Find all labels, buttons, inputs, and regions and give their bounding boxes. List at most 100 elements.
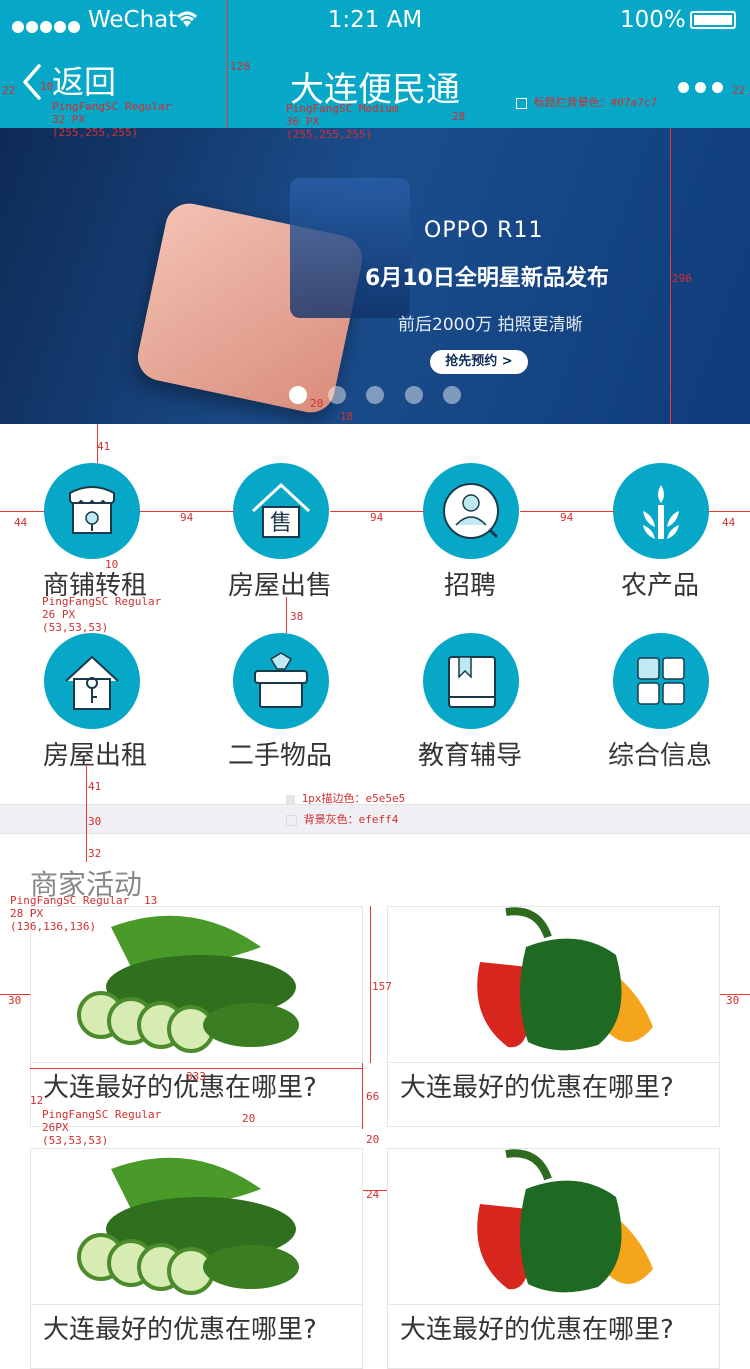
annotation-label: 32 — [88, 847, 102, 860]
banner-subline: 前后2000万 拍照更清晰 — [398, 315, 583, 335]
carousel-dot-5[interactable] — [443, 386, 461, 404]
annotation-label: 22 — [2, 84, 16, 97]
bottle-image — [290, 178, 410, 318]
annotation-note: 标题栏背景色：#07a7c7 — [516, 96, 657, 109]
redline — [0, 511, 44, 512]
shop-icon — [44, 463, 140, 559]
category-item-farm[interactable]: 农产品 — [565, 463, 750, 603]
status-bar: WeChat 1:21 AM 100% — [0, 0, 750, 40]
house-sale-icon: 售 — [233, 463, 329, 559]
annotation-note: 1px描边色：e5e5e5 — [286, 792, 405, 805]
annotation-label: 30 — [88, 815, 102, 828]
book-icon — [423, 633, 519, 729]
activity-card-2[interactable]: 大连最好的优惠在哪里? — [387, 906, 720, 1127]
card-divider — [388, 1062, 719, 1063]
card-title: 大连最好的优惠在哪里? — [43, 1073, 317, 1103]
annotation-label: 41 — [88, 780, 102, 793]
wheat-icon — [613, 463, 709, 559]
card-divider — [31, 1304, 362, 1305]
annotation-note: 背景灰色：efeff4 — [286, 813, 398, 826]
box-icon — [233, 633, 329, 729]
annotation-label: 94 — [370, 511, 384, 524]
annotation-label: 30 — [8, 994, 22, 1007]
annotation-label: 10 — [105, 558, 119, 571]
redline — [227, 0, 228, 128]
category-label-secondhand: 二手物品 — [227, 741, 332, 771]
annotation-spec: PingFangSC Regular 32 PX (255,255,255) — [52, 100, 172, 139]
redline — [30, 1068, 363, 1069]
annotation-label: 157 — [372, 980, 392, 993]
redline — [286, 597, 287, 633]
annotation-label: 44 — [14, 516, 28, 529]
carousel-dot-4[interactable] — [405, 386, 423, 404]
card-divider — [31, 1062, 362, 1063]
annotation-label: 10 — [40, 80, 54, 93]
card-divider — [388, 1304, 719, 1305]
card-title: 大连最好的优惠在哪里? — [400, 1315, 674, 1345]
person-icon — [423, 463, 519, 559]
annotation-label: 296 — [672, 272, 692, 285]
annotation-label: 94 — [180, 511, 194, 524]
annotation-label: 20 — [242, 1112, 256, 1125]
category-label-education: 教育辅导 — [417, 741, 522, 771]
category-label-house-rent: 房屋出租 — [42, 741, 147, 771]
banner-cta-button[interactable]: 抢先预约 > — [430, 350, 528, 374]
annotation-label: 41 — [97, 440, 111, 453]
category-label-general: 综合信息 — [607, 741, 712, 771]
annotation-label: 333 — [186, 1070, 206, 1083]
annotation-spec: PingFangSC Regular 28 PX (136,136,136) — [10, 894, 130, 933]
category-item-house-sale[interactable]: 售 房屋出售 — [185, 463, 375, 603]
annotation-label: 44 — [722, 516, 736, 529]
promo-banner[interactable]: OPPO R11 6月10日全明星新品发布 前后2000万 拍照更清晰 抢先预约… — [0, 128, 750, 424]
annotation-label: 24 — [366, 1188, 380, 1201]
annotation-label: 20 — [310, 397, 324, 410]
category-item-shop[interactable]: 商铺转租 — [0, 463, 185, 603]
annotation-spec: PingFangSC Regular 26 PX (53,53,53) — [42, 595, 162, 634]
pepper-image — [388, 1149, 719, 1304]
annotation-label: 20 — [366, 1133, 380, 1146]
pepper-image — [388, 907, 719, 1062]
battery-percent: 100% — [620, 7, 686, 33]
annotation-label: 18 — [340, 410, 354, 423]
annotation-label: 94 — [560, 511, 574, 524]
category-label-house-sale: 房屋出售 — [227, 571, 332, 601]
redline — [708, 511, 750, 512]
category-item-secondhand[interactable]: 二手物品 — [185, 633, 375, 773]
banner-headline: 6月10日全明星新品发布 — [365, 266, 609, 291]
annotation-label: 13 — [144, 894, 158, 907]
category-item-jobs[interactable]: 招聘 — [375, 463, 565, 603]
redline — [370, 906, 371, 1063]
category-item-house-rent[interactable]: 房屋出租 — [0, 633, 185, 773]
redline — [670, 128, 671, 424]
redline — [86, 766, 87, 862]
annotation-label: 38 — [290, 610, 304, 623]
grid-icon — [613, 633, 709, 729]
house-key-icon — [44, 633, 140, 729]
battery-icon — [690, 11, 736, 29]
carousel-dot-2[interactable] — [328, 386, 346, 404]
more-dots-icon[interactable] — [678, 78, 723, 97]
annotation-label: 30 — [726, 994, 740, 1007]
activity-card-1[interactable]: 大连最好的优惠在哪里? — [30, 906, 363, 1127]
annotation-label: 128 — [230, 60, 250, 73]
banner-brand: OPPO R11 — [424, 218, 544, 243]
annotation-label: 22 — [732, 84, 746, 97]
activity-card-4[interactable]: 大连最好的优惠在哪里? — [387, 1148, 720, 1369]
annotation-label: 66 — [366, 1090, 380, 1103]
annotation-label: 28 — [452, 110, 466, 123]
category-label-jobs: 招聘 — [443, 571, 496, 601]
annotation-spec: PingFangSC Regular 26PX (53,53,53) — [42, 1108, 162, 1147]
category-label-farm: 农产品 — [620, 571, 699, 601]
card-title: 大连最好的优惠在哪里? — [400, 1073, 674, 1103]
carousel-dot-3[interactable] — [366, 386, 384, 404]
svg-text:售: 售 — [270, 511, 292, 536]
cucumber-image — [31, 1149, 362, 1304]
redline — [362, 1063, 363, 1129]
category-item-general[interactable]: 综合信息 — [565, 633, 750, 773]
activity-card-3[interactable]: 大连最好的优惠在哪里? — [30, 1148, 363, 1369]
category-item-education[interactable]: 教育辅导 — [375, 633, 565, 773]
card-title: 大连最好的优惠在哪里? — [43, 1315, 317, 1345]
carousel-dot-1[interactable] — [289, 386, 307, 404]
annotation-label: 12 — [30, 1094, 44, 1107]
annotation-spec: PingFangSC Medium 36 PX (255,255,255) — [286, 102, 399, 141]
